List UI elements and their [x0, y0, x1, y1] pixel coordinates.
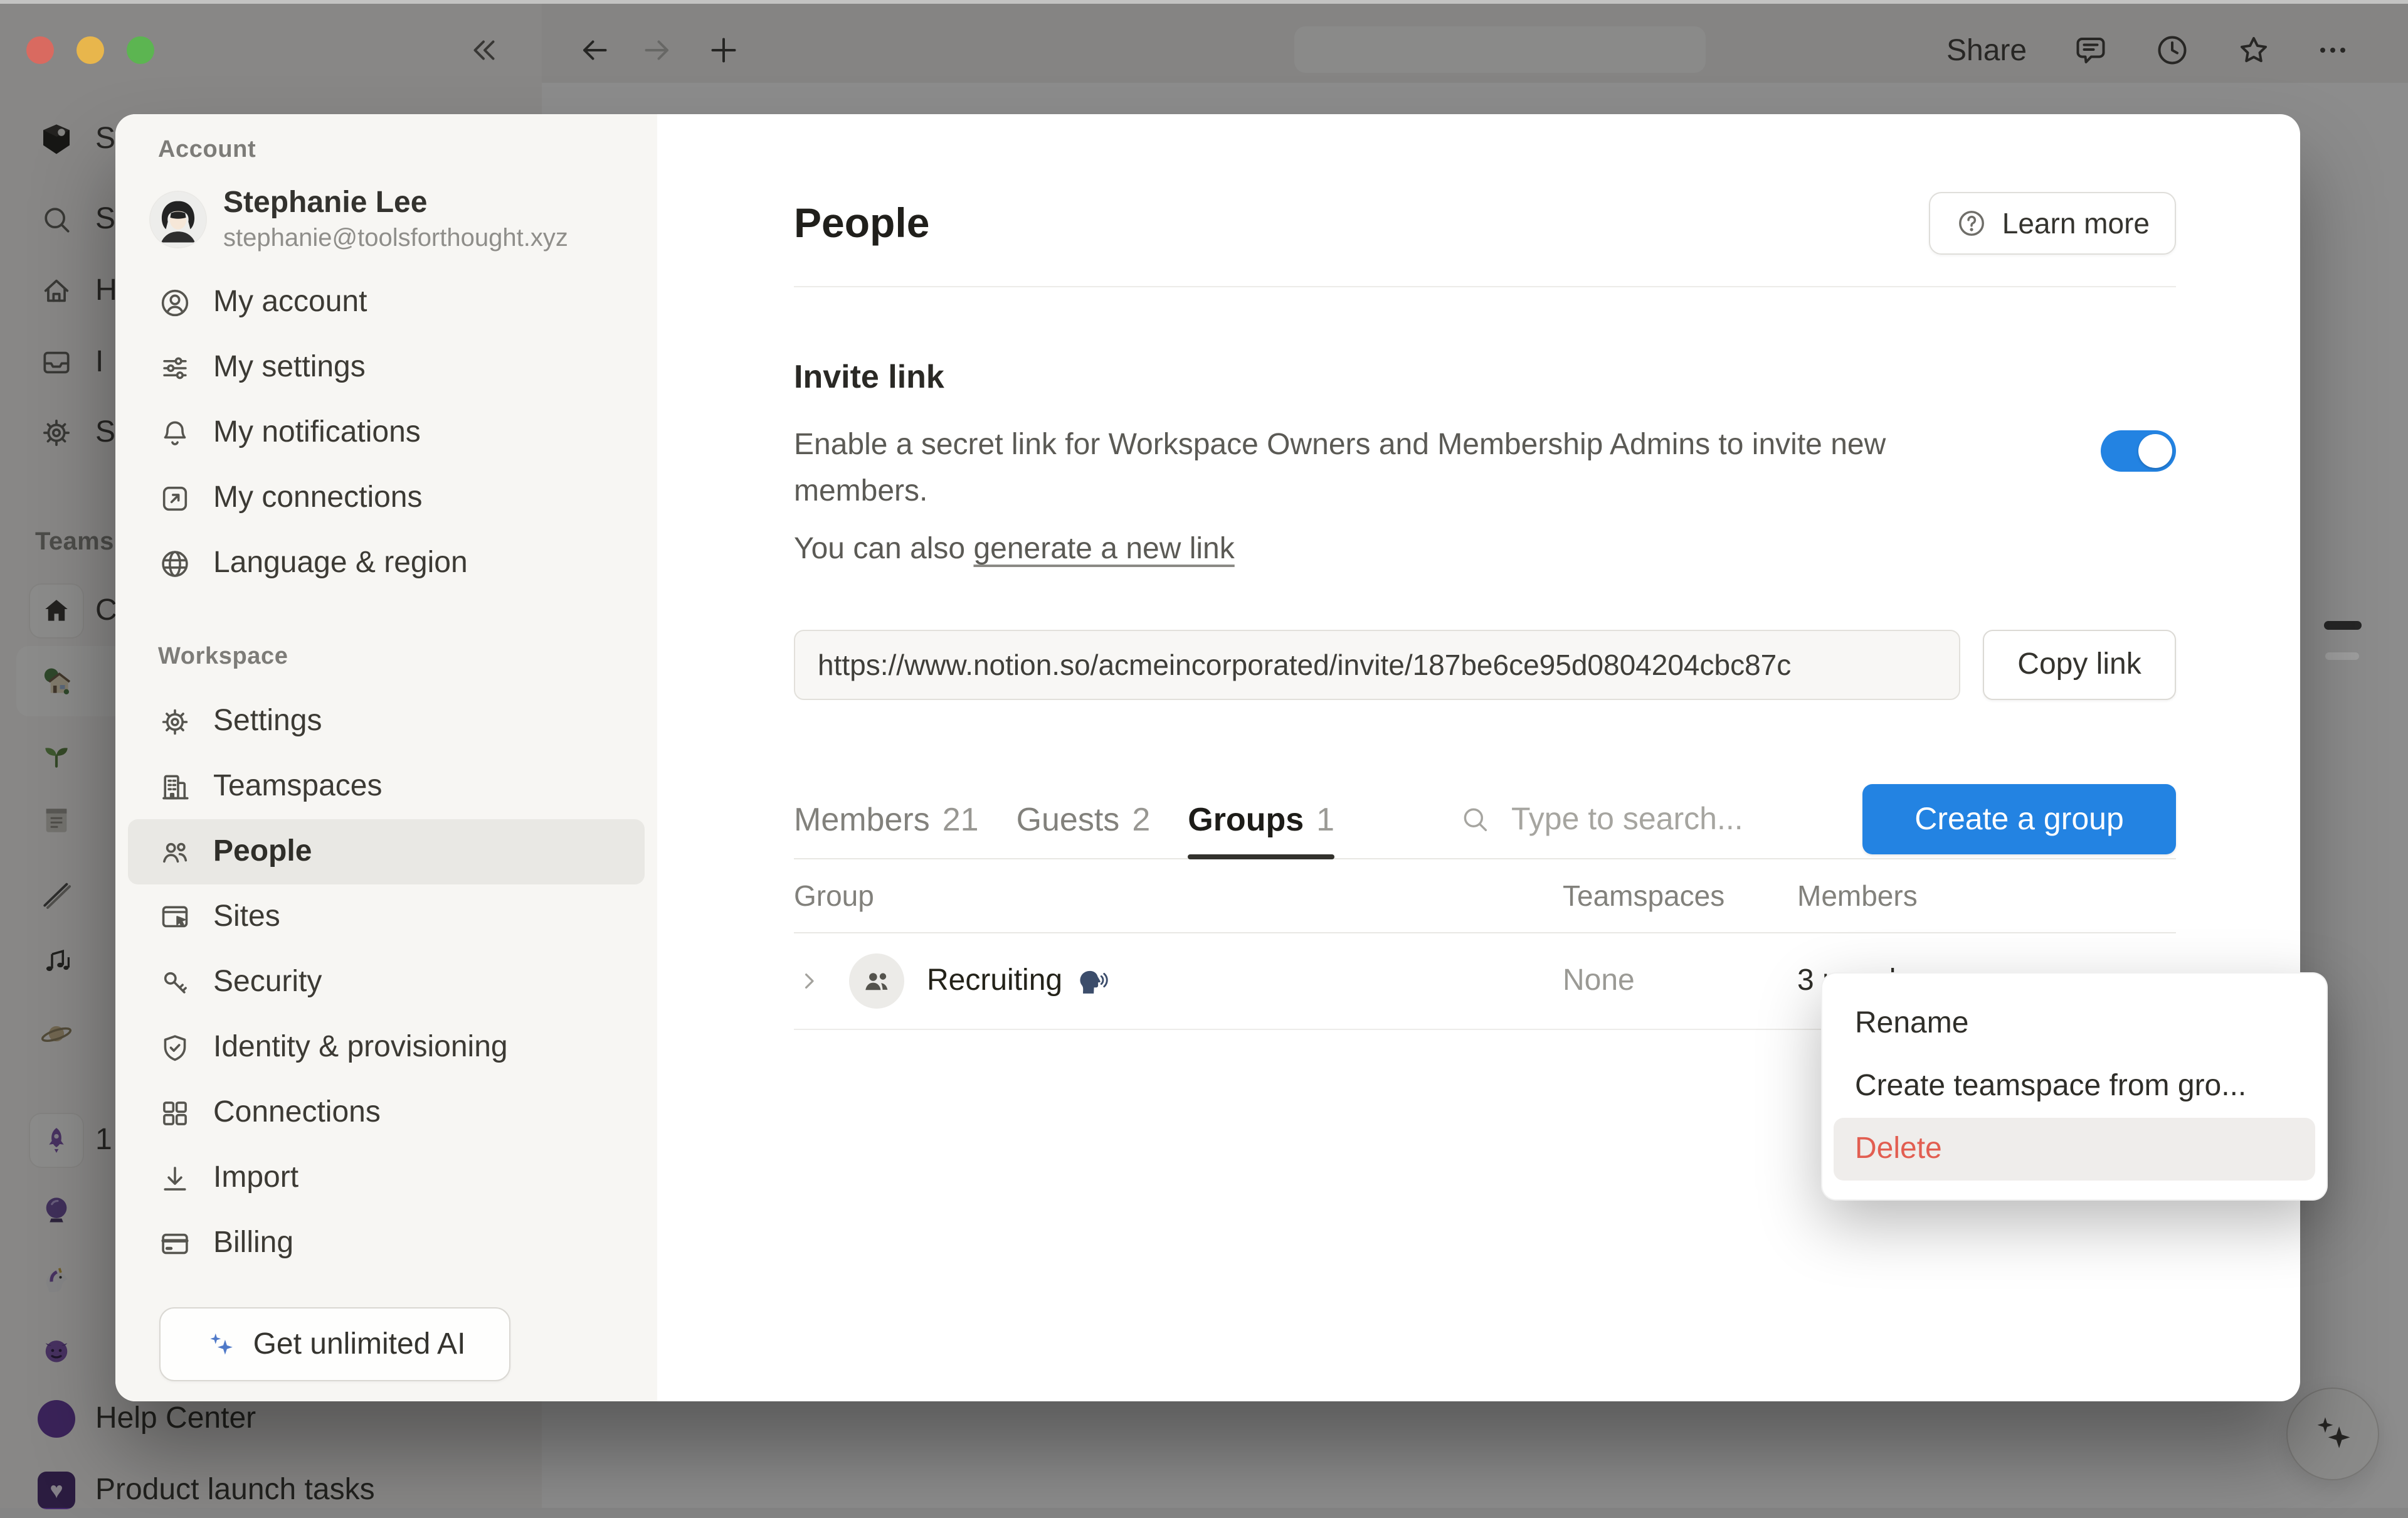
screen: S S H I S Teams C 1 [0, 0, 2408, 1507]
get-unlimited-ai-button[interactable]: Get unlimited AI [159, 1307, 510, 1381]
settings-nav-people[interactable]: People [128, 819, 645, 884]
tab-members[interactable]: Members 21 [794, 780, 979, 858]
group-name: Recruiting [927, 963, 1062, 999]
gear-icon [156, 703, 193, 740]
group-teamspaces: None [1563, 963, 1797, 999]
workspace-section-header: Workspace [158, 644, 657, 671]
settings-nav-import[interactable]: Import [128, 1145, 645, 1211]
shield-check-icon [156, 1029, 193, 1066]
settings-nav-sites[interactable]: Sites [128, 884, 645, 950]
zoom-window-icon[interactable] [127, 36, 154, 64]
toggle-knob [2138, 434, 2172, 468]
settings-nav-security[interactable]: Security [128, 950, 645, 1015]
tab-guests[interactable]: Guests 2 [1017, 780, 1151, 858]
search-icon [1459, 803, 1491, 836]
minimize-window-icon[interactable] [77, 36, 104, 64]
speaking-head-emoji [1075, 964, 1109, 998]
right-edge-dark-bar [2324, 621, 2362, 630]
search-input[interactable] [1509, 800, 1827, 839]
learn-more-button[interactable]: Learn more [1930, 192, 2176, 255]
menu-item-rename[interactable]: Rename [1822, 992, 2326, 1055]
account-email: stephanie@toolsforthought.xyz [223, 222, 568, 255]
credit-card-icon [156, 1224, 193, 1262]
person-circle-icon [156, 284, 193, 321]
settings-sidebar: Account Stephanie Lee stephanie@toolsfor… [115, 114, 657, 1401]
generate-new-link[interactable]: generate a new link [973, 532, 1234, 566]
settings-nav-my-settings[interactable]: My settings [128, 335, 645, 400]
group-avatar-icon [849, 953, 904, 1009]
page-title: People [794, 199, 929, 247]
settings-nav-my-notifications[interactable]: My notifications [128, 400, 645, 465]
settings-nav-settings[interactable]: Settings [128, 689, 645, 754]
settings-nav-my-connections[interactable]: My connections [128, 465, 645, 531]
bell-icon [156, 414, 193, 452]
settings-main-panel: People Learn more Invite link Enable a s… [657, 114, 2300, 1401]
column-members: Members [1797, 879, 2008, 913]
settings-nav-billing[interactable]: Billing [128, 1211, 645, 1276]
browser-cursor-icon [156, 898, 193, 936]
arrow-up-right-box-icon [156, 479, 193, 517]
expand-chevron-icon[interactable] [794, 966, 849, 996]
settings-nav-connections[interactable]: Connections [128, 1080, 645, 1145]
active-tab-underline [1188, 854, 1334, 859]
question-circle-icon [1956, 207, 1988, 240]
column-teamspaces: Teamspaces [1563, 879, 1797, 913]
people-tabs: Members 21 Guests 2 Groups 1 Create a gr… [794, 780, 2176, 859]
sliders-icon [156, 349, 193, 386]
download-icon [156, 1159, 193, 1197]
settings-nav-teamspaces[interactable]: Teamspaces [128, 754, 645, 819]
right-edge-light-bar [2325, 652, 2359, 660]
globe-icon [156, 544, 193, 582]
settings-modal: Account Stephanie Lee stephanie@toolsfor… [115, 114, 2300, 1401]
groups-table-header: Group Teamspaces Members [794, 859, 2176, 933]
menu-item-delete[interactable]: Delete [1834, 1118, 2315, 1181]
create-group-button[interactable]: Create a group [1862, 784, 2176, 854]
column-group: Group [794, 879, 1563, 913]
tab-groups[interactable]: Groups 1 [1188, 780, 1334, 858]
settings-nav-language-region[interactable]: Language & region [128, 531, 645, 596]
close-window-icon[interactable] [26, 36, 54, 64]
copy-link-button[interactable]: Copy link [1983, 630, 2176, 700]
ai-sparkles-icon [204, 1328, 237, 1361]
settings-nav-my-account[interactable]: My account [128, 270, 645, 335]
building-icon [156, 768, 193, 805]
invite-link-toggle[interactable] [2101, 430, 2176, 472]
invite-also-text: You can also [794, 532, 973, 566]
people-icon [156, 833, 193, 871]
window-top-edge [0, 0, 2408, 4]
account-profile[interactable]: Stephanie Lee stephanie@toolsforthought.… [150, 184, 657, 255]
menu-item-create-teamspace-from-gro[interactable]: Create teamspace from gro... [1822, 1055, 2326, 1118]
account-section-header: Account [158, 137, 657, 164]
key-icon [156, 963, 193, 1001]
invite-link-description: Enable a secret link for Workspace Owner… [794, 422, 1998, 514]
group-context-menu: RenameCreate teamspace from gro...Delete [1821, 972, 2328, 1201]
grid-icon [156, 1094, 193, 1132]
account-name: Stephanie Lee [223, 184, 568, 222]
invite-link-heading: Invite link [794, 358, 2176, 396]
invite-url-field[interactable] [794, 630, 1960, 700]
settings-nav-identity-provisioning[interactable]: Identity & provisioning [128, 1015, 645, 1080]
traffic-lights [26, 36, 154, 64]
avatar [150, 192, 206, 247]
header-divider [794, 286, 2176, 287]
